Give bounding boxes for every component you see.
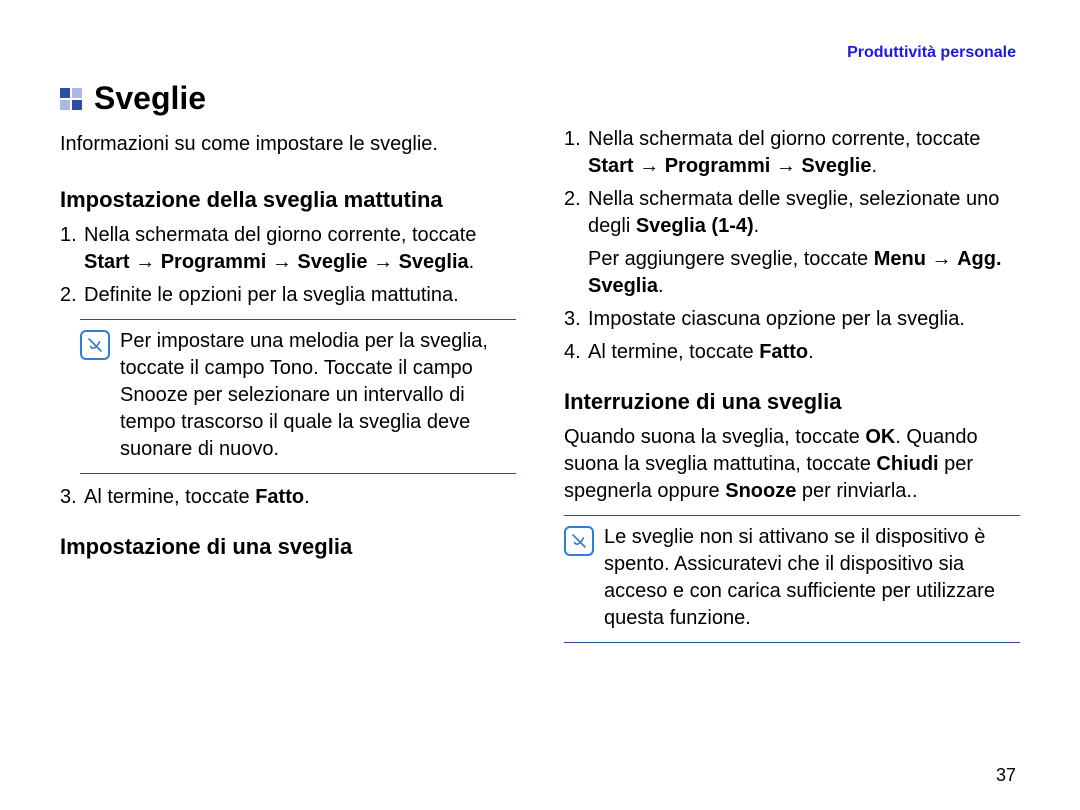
step-body: Definite le opzioni per la sveglia mattu… bbox=[84, 282, 516, 309]
right-column: 1. Nella schermata del giorno corrente, … bbox=[564, 80, 1020, 653]
step-body: Nella schermata del giorno corrente, toc… bbox=[588, 126, 1020, 180]
step-2r: 2. Nella schermata delle sveglie, selezi… bbox=[564, 186, 1020, 240]
intro-text: Informazioni su come impostare le svegli… bbox=[60, 131, 516, 158]
title-row: Sveglie bbox=[60, 80, 516, 117]
note-text: Per impostare una melodia per la sveglia… bbox=[120, 328, 516, 463]
text: Quando suona la sveglia, toccate bbox=[564, 426, 865, 448]
bold-snooze: Snooze bbox=[725, 480, 796, 502]
step-1: 1. Nella schermata del giorno corrente, … bbox=[60, 222, 516, 276]
step-4r: 4. Al termine, toccate Fatto. bbox=[564, 339, 1020, 366]
step-number: 3. bbox=[564, 306, 588, 333]
arrow: → bbox=[926, 248, 957, 270]
step-number: 1. bbox=[60, 222, 84, 276]
step-3r: 3. Impostate ciascuna opzione per la sve… bbox=[564, 306, 1020, 333]
arrow: → bbox=[130, 251, 161, 273]
step-number: 3. bbox=[60, 484, 84, 511]
text: Nella schermata del giorno corrente, toc… bbox=[84, 224, 476, 246]
text: Per aggiungere sveglie, toccate bbox=[588, 248, 874, 270]
text: . bbox=[808, 341, 814, 363]
add-alarm-hint: Per aggiungere sveglie, toccate Menu → A… bbox=[588, 246, 1020, 300]
bold-sveglie: Sveglie bbox=[801, 155, 871, 177]
page-columns: Sveglie Informazioni su come impostare l… bbox=[60, 80, 1020, 653]
note-box: Per impostare una melodia per la sveglia… bbox=[80, 319, 516, 474]
bold-start: Start bbox=[588, 155, 634, 177]
text: . bbox=[658, 275, 664, 297]
bold-ok: OK bbox=[865, 426, 895, 448]
text: Nella schermata del giorno corrente, toc… bbox=[588, 128, 980, 150]
step-number: 2. bbox=[60, 282, 84, 309]
note-icon bbox=[564, 526, 594, 556]
bold-chiudi: Chiudi bbox=[876, 453, 938, 475]
text: per rinviarla.. bbox=[796, 480, 917, 502]
bold-sveglie: Sveglie bbox=[297, 251, 367, 273]
bold-start: Start bbox=[84, 251, 130, 273]
step-1r: 1. Nella schermata del giorno corrente, … bbox=[564, 126, 1020, 180]
step-body: Impostate ciascuna opzione per la svegli… bbox=[588, 306, 1020, 333]
arrow: → bbox=[770, 155, 801, 177]
step-2: 2. Definite le opzioni per la sveglia ma… bbox=[60, 282, 516, 309]
stop-alarm-para: Quando suona la sveglia, toccate OK. Qua… bbox=[564, 424, 1020, 505]
left-column: Sveglie Informazioni su come impostare l… bbox=[60, 80, 516, 653]
bold-programmi: Programmi bbox=[665, 155, 771, 177]
step-3: 3. Al termine, toccate Fatto. bbox=[60, 484, 516, 511]
arrow: → bbox=[367, 251, 398, 273]
step-body: Al termine, toccate Fatto. bbox=[84, 484, 516, 511]
arrow: → bbox=[266, 251, 297, 273]
text: . bbox=[304, 486, 310, 508]
note-text: Le sveglie non si attivano se il disposi… bbox=[604, 524, 1020, 632]
subhead-set-alarm: Impostazione di una sveglia bbox=[60, 533, 516, 561]
text: . bbox=[754, 215, 760, 237]
section-header-link[interactable]: Produttività personale bbox=[847, 44, 1016, 62]
step-body: Nella schermata del giorno corrente, toc… bbox=[84, 222, 516, 276]
page-title: Sveglie bbox=[94, 80, 206, 117]
step-number: 1. bbox=[564, 126, 588, 180]
text: . bbox=[469, 251, 475, 273]
note-icon bbox=[80, 330, 110, 360]
bold-programmi: Programmi bbox=[161, 251, 267, 273]
bold-sveglia14: Sveglia (1-4) bbox=[636, 215, 754, 237]
text: . bbox=[871, 155, 877, 177]
arrow: → bbox=[634, 155, 665, 177]
subhead-stop-alarm: Interruzione di una sveglia bbox=[564, 388, 1020, 416]
page-number: 37 bbox=[996, 765, 1016, 786]
step-body: Al termine, toccate Fatto. bbox=[588, 339, 1020, 366]
text: Al termine, toccate bbox=[84, 486, 255, 508]
squares-icon bbox=[60, 88, 82, 110]
subhead-morning-alarm: Impostazione della sveglia mattutina bbox=[60, 186, 516, 214]
bold-menu: Menu bbox=[874, 248, 926, 270]
note-box: Le sveglie non si attivano se il disposi… bbox=[564, 515, 1020, 643]
bold-fatto: Fatto bbox=[255, 486, 304, 508]
step-number: 2. bbox=[564, 186, 588, 240]
step-body: Nella schermata delle sveglie, seleziona… bbox=[588, 186, 1020, 240]
text: Al termine, toccate bbox=[588, 341, 759, 363]
step-number: 4. bbox=[564, 339, 588, 366]
bold-sveglia: Sveglia bbox=[399, 251, 469, 273]
bold-fatto: Fatto bbox=[759, 341, 808, 363]
